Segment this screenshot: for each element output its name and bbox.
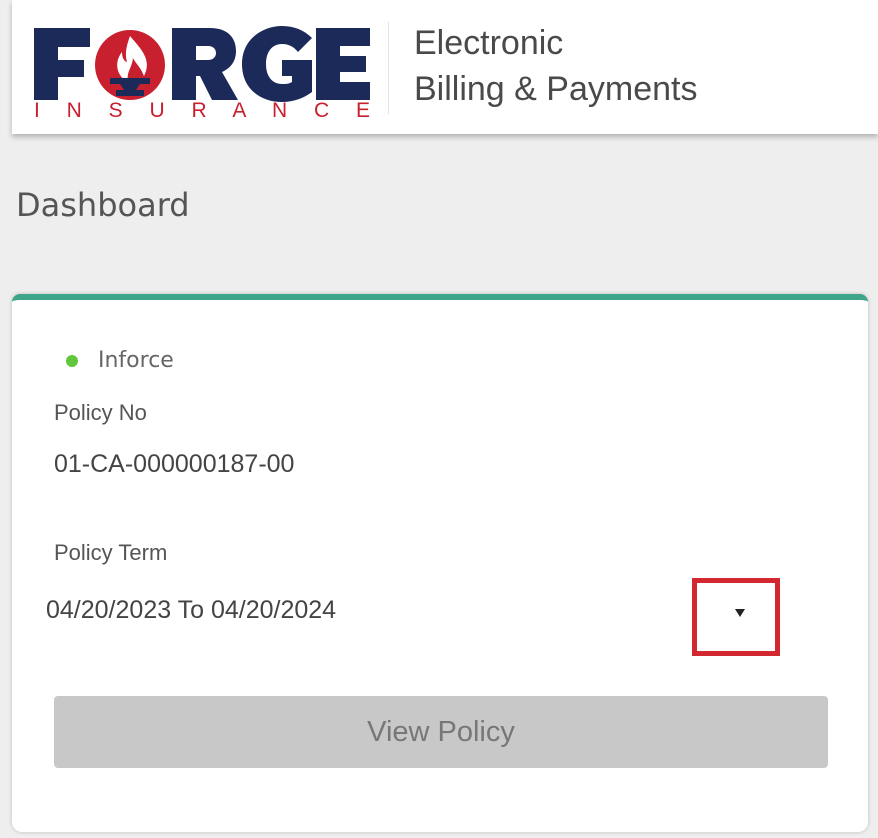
header-divider [388,22,389,114]
logo-tagline: I N S U R A N C E [34,99,370,120]
page-title: Dashboard [16,186,190,224]
status-dot-icon [66,354,78,367]
app-header: I N S U R A N C E Electronic Billing & P… [12,0,878,134]
caret-down-icon [735,609,745,617]
policy-no-label: Policy No [54,400,147,425]
app-title: Electronic Billing & Payments [414,20,697,112]
view-policy-button[interactable]: View Policy [54,696,828,768]
app-title-line-1: Electronic [414,24,564,62]
policy-card: Inforce Policy No 01-CA-000000187-00 Pol… [12,294,868,832]
policy-term-label: Policy Term [54,540,168,565]
policy-no-value: 01-CA-000000187-00 [54,450,295,478]
policy-term-dropdown-button[interactable] [692,578,780,656]
policy-term-select-value[interactable]: 04/20/2023 To 04/20/2024 [46,596,336,625]
app-title-line-2: Billing & Payments [414,70,698,108]
status-label: Inforce [98,348,174,373]
policy-status: Inforce [66,348,174,373]
forge-insurance-logo[interactable]: I N S U R A N C E [32,20,372,122]
flame-anvil-icon [95,30,165,100]
